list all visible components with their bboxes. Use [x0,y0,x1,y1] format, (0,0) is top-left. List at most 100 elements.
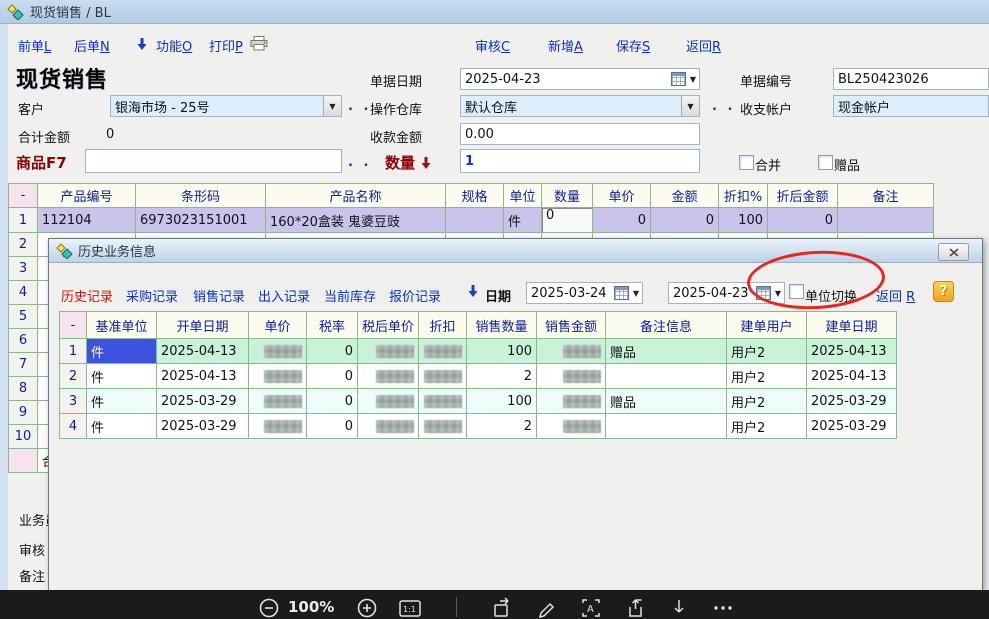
grid-row-header[interactable]: 5 [9,305,38,329]
grid-cell[interactable] [249,414,307,439]
chevron-down-icon[interactable]: ▼ [681,96,699,116]
grid-cell[interactable]: 0 [593,208,651,233]
next-order-button[interactable]: 后单N [74,36,110,55]
share-icon[interactable] [624,597,646,619]
save-button[interactable]: 保存S [616,36,650,55]
grid-cell[interactable]: 2025-03-29 [807,414,897,439]
tab-inout-records[interactable]: 出入记录 [258,286,310,305]
grid-cell[interactable] [249,389,307,414]
close-button[interactable] [938,243,969,261]
grid-row-header[interactable] [9,449,38,473]
grid-row-header[interactable]: 1 [60,339,87,364]
date-dropdown-arrow-icon[interactable] [467,284,479,298]
grid-cell[interactable]: 用户2 [727,389,807,414]
grid-cell[interactable]: 0 [768,208,838,233]
grid-row-header[interactable]: 1 [9,208,38,233]
grid-cell[interactable]: 件 [87,339,157,364]
grid-cell[interactable]: 100 [719,208,768,233]
grid-cell[interactable]: 2 [467,414,537,439]
grid-cell[interactable] [358,364,419,389]
grid-cell[interactable] [419,364,467,389]
chevron-down-icon[interactable]: ▼ [633,289,639,298]
chevron-down-icon[interactable]: ▼ [690,75,696,84]
grid-cell[interactable]: 0 [307,414,358,439]
download-icon[interactable] [668,597,690,619]
received-amount-input[interactable]: 0.00 [460,123,700,145]
grid-cell[interactable]: 2 [467,364,537,389]
doc-no-field[interactable]: BL250423026 [833,68,989,90]
grid-cell[interactable]: 2025-04-13 [157,339,249,364]
customer-combo[interactable]: 银海市场 - 25号 ▼ [110,95,342,117]
grid-cell[interactable] [419,414,467,439]
grid-cell[interactable]: 0 [307,339,358,364]
grid-cell[interactable]: 件 [504,208,542,233]
function-menu-button[interactable]: 功能O [156,36,192,55]
grid-cell[interactable]: 2025-04-13 [157,364,249,389]
product-lookup-button[interactable]: . . [348,155,371,170]
zoom-level[interactable]: 100% [288,598,334,616]
return-button[interactable]: 返回R [686,36,721,55]
grid-row-header[interactable]: 6 [9,329,38,353]
grid-cell[interactable] [249,364,307,389]
grid-cell[interactable] [358,339,419,364]
merge-checkbox[interactable] [739,155,754,170]
grid-cell[interactable]: 用户2 [727,339,807,364]
warehouse-combo[interactable]: 默认仓库 ▼ [460,95,700,117]
audit-button[interactable]: 审核C [475,36,510,55]
date-from-field[interactable]: 2025-03-24 ▼ [526,282,643,304]
tab-history-records[interactable]: 历史记录 [61,286,113,305]
warehouse-lookup-button[interactable]: . . [712,99,735,114]
grid-cell[interactable]: 100 [467,389,537,414]
grid-cell[interactable] [537,339,606,364]
tab-sales-records[interactable]: 销售记录 [193,286,245,305]
grid-cell[interactable]: 2025-04-13 [807,339,897,364]
grid-cell[interactable] [606,364,727,389]
help-button[interactable]: ? [933,281,954,302]
grid-row-header[interactable]: 4 [60,414,87,439]
grid-cell[interactable] [358,414,419,439]
zoom-in-icon[interactable] [356,597,378,619]
grid-cell[interactable]: 6973023151001 [136,208,266,233]
grid-cell[interactable] [249,339,307,364]
chevron-down-icon[interactable]: ▼ [323,96,341,116]
grid-cell[interactable]: 赠品 [606,339,727,364]
zoom-out-icon[interactable] [258,597,280,619]
add-new-button[interactable]: 新增A [548,36,583,55]
dialog-return-button[interactable]: 返回 R [876,286,915,305]
grid-cell[interactable] [537,389,606,414]
grid-cell[interactable] [606,414,727,439]
grid-cell[interactable]: 件 [87,414,157,439]
grid-cell[interactable] [358,389,419,414]
pay-account-field[interactable]: 现金帐户 [833,95,989,117]
grid-cell[interactable]: 件 [87,364,157,389]
customer-lookup-button[interactable]: . . [348,99,371,114]
grid-cell[interactable]: 用户2 [727,364,807,389]
rotate-icon[interactable] [492,597,514,619]
prev-order-button[interactable]: 前单L [18,36,51,55]
quantity-input[interactable]: 1 [460,149,700,173]
tab-quote-records[interactable]: 报价记录 [389,286,441,305]
grid-cell[interactable]: 100 [467,339,537,364]
grid-cell[interactable]: 2025-03-29 [807,389,897,414]
grid-row-header[interactable]: 10 [9,425,38,449]
function-dropdown-arrow-icon[interactable] [136,37,148,51]
grid-cell[interactable]: 0 [307,364,358,389]
grid-cell[interactable] [537,414,606,439]
grid-row-header[interactable]: 3 [60,389,87,414]
print-button[interactable]: 打印P [209,36,243,55]
grid-cell[interactable] [838,208,934,233]
grid-cell[interactable]: 0 [542,208,593,233]
grid-cell[interactable] [446,208,504,233]
actual-size-icon[interactable]: 1:1 [398,597,420,619]
grid-cell[interactable]: 160*20盒装 鬼婆豆豉 [266,208,446,233]
printer-icon[interactable] [250,36,268,51]
grid-cell[interactable]: 112104 [38,208,136,233]
grid-cell[interactable]: 2025-03-29 [157,414,249,439]
grid-cell[interactable]: 件 [87,389,157,414]
grid-cell[interactable]: 赠品 [606,389,727,414]
grid-row-header[interactable]: 3 [9,257,38,281]
grid-cell[interactable] [419,389,467,414]
grid-cell[interactable]: 2025-04-13 [807,364,897,389]
grid-cell[interactable]: 0 [651,208,719,233]
tab-current-stock[interactable]: 当前库存 [324,286,376,305]
